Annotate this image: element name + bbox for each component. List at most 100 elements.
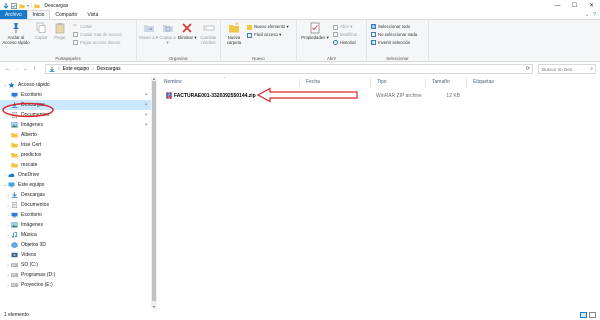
customize-dropdown-icon[interactable]: ▾ [27, 3, 29, 8]
tab-compartir[interactable]: Compartir [50, 10, 82, 19]
close-button[interactable]: ✕ [583, 0, 600, 11]
back-button[interactable]: ← [3, 66, 12, 72]
column-header-type[interactable]: Tipo [370, 77, 424, 87]
quick-access-toolbar: ▾ | [0, 2, 41, 9]
new-item-button[interactable]: Nuevo elemento ▾ [247, 24, 289, 30]
window-controls: — ☐ ✕ [549, 0, 600, 11]
search-box[interactable]: Buscar en Des... ⌕ [538, 64, 596, 74]
doc-icon [11, 112, 18, 118]
select-all-label: Seleccionar todo [378, 24, 411, 29]
nav-item-label: Imágenes [21, 122, 43, 128]
paste-button[interactable]: Pegar [51, 22, 69, 40]
tab-vista[interactable]: Vista [82, 10, 103, 19]
new-folder-button[interactable]: Nueva carpeta [223, 22, 245, 45]
nav-item[interactable]: ⌄ Este equipo [0, 180, 151, 190]
image-icon [11, 122, 18, 128]
nav-item[interactable]: Alberto [0, 130, 151, 140]
properties-icon[interactable] [11, 2, 17, 9]
nav-item-label: Descargas [21, 192, 45, 198]
nav-item[interactable]: › Objetos 3D [0, 240, 151, 250]
expand-ribbon-icon[interactable]: ⌄ [585, 12, 589, 18]
copy-to-button[interactable]: Copiar a ▾ [158, 22, 177, 45]
file-row[interactable]: FACTURAE001-3320392550144.zip 06/12/2018… [158, 91, 598, 100]
minimize-button[interactable]: — [549, 0, 566, 11]
select-all-button[interactable]: Seleccionar todo [371, 24, 410, 29]
nav-item[interactable]: ⌄ Acceso rápido [0, 80, 151, 90]
arrow-down-icon[interactable] [3, 2, 9, 9]
copy-label: Copiar [34, 35, 48, 40]
column-header-tags[interactable]: Etiquetas [466, 77, 516, 87]
file-list: Nombre Fecha Tipo Tamaño Etiquetas ^ FAC… [158, 75, 600, 309]
column-header-date[interactable]: Fecha [299, 77, 369, 87]
delete-icon [182, 23, 192, 33]
nav-item[interactable]: › OneDrive [0, 170, 151, 180]
nav-item[interactable]: Documentos ✦ [0, 110, 151, 120]
copy-to-icon [162, 25, 173, 32]
nav-item[interactable]: › Videos [0, 250, 151, 260]
easy-access-icon [247, 32, 252, 38]
group-label-nuevo: Nuevo [252, 56, 265, 61]
column-header-size[interactable]: Tamaño [425, 77, 465, 87]
refresh-icon[interactable]: ⟳ [526, 66, 530, 72]
tab-inicio[interactable]: Inicio [26, 10, 51, 19]
folder-icon [11, 143, 18, 148]
column-header-name[interactable]: Nombre [158, 77, 298, 87]
open-label: Abrir ▾ [340, 24, 353, 29]
maximize-button[interactable]: ☐ [566, 0, 583, 11]
nav-item[interactable]: › Música [0, 230, 151, 240]
address-bar[interactable]: › Este equipo › Descargas ⟳ [45, 64, 533, 74]
open-button[interactable]: Abrir ▾ [333, 24, 352, 30]
history-button[interactable]: Historial [333, 40, 356, 45]
history-icon [333, 40, 338, 45]
invert-selection-label: Invertir selección [378, 40, 411, 45]
nav-item[interactable]: Imágenes ✦ [0, 120, 151, 130]
nav-scrollbar[interactable]: ▲ ▼ [151, 77, 157, 309]
nav-item[interactable]: Descargas ✦ [0, 100, 151, 110]
new-folder-icon[interactable] [19, 3, 25, 9]
pinned-icon: ✦ [144, 112, 148, 117]
forward-button[interactable]: → [12, 66, 21, 72]
invert-selection-button[interactable]: Invertir selección [371, 40, 410, 45]
rename-button[interactable]: Cambiar nombre [197, 22, 220, 45]
pin-quick-access-button[interactable]: Anclar al Acceso rápido [1, 22, 31, 45]
help-icon[interactable]: ? [593, 12, 596, 18]
nav-item[interactable]: › Programas (D:) [0, 270, 151, 280]
nav-item[interactable]: predictos [0, 150, 151, 160]
cut-button[interactable]: ✂ Cortar [73, 24, 92, 30]
copy-to-label: Copiar a ▾ [159, 35, 176, 45]
easy-access-button[interactable]: Fácil acceso ▾ [247, 32, 281, 38]
breadcrumb-este-equipo[interactable]: Este equipo [63, 66, 89, 72]
nav-item[interactable]: › Descargas [0, 190, 151, 200]
nav-item[interactable]: Irise Cert [0, 140, 151, 150]
scroll-down-icon[interactable]: ▼ [151, 305, 157, 309]
nav-item[interactable]: Escritorio ✦ [0, 90, 151, 100]
modify-button[interactable]: Modificar [333, 32, 357, 37]
scroll-thumb[interactable] [152, 81, 156, 301]
paste-shortcut-button[interactable]: Pegar acceso directo [73, 40, 120, 45]
file-date: 06/12/2018 02:05 p. m. [305, 92, 357, 99]
nav-item[interactable]: › Imágenes [0, 220, 151, 230]
select-none-button[interactable]: No seleccionar nada [371, 32, 417, 37]
up-button[interactable]: ↑ [30, 66, 39, 72]
search-placeholder: Buscar en Des... [542, 66, 576, 72]
folder-icon [11, 133, 18, 138]
nav-item[interactable]: › Escritorio [0, 210, 151, 220]
details-view-icon[interactable] [580, 312, 587, 318]
nav-item[interactable]: › Proyectos (E:) [0, 280, 151, 290]
properties-button[interactable]: Propiedades ▾ [299, 22, 331, 40]
window-title: Descargas [44, 2, 69, 9]
move-to-button[interactable]: Mover a ▾ [139, 22, 158, 40]
nav-item[interactable]: › Documentos [0, 200, 151, 210]
copy-button[interactable]: Copiar [33, 22, 49, 40]
tab-archivo[interactable]: Archivo [0, 10, 27, 19]
file-name: FACTURAE001-3320392550144.zip [174, 92, 256, 99]
breadcrumb-descargas[interactable]: Descargas [97, 66, 121, 72]
nav-item[interactable]: rescate [0, 160, 151, 170]
copy-path-icon [73, 32, 78, 37]
large-icons-view-icon[interactable] [589, 312, 596, 318]
delete-button[interactable]: Eliminar ▾ [177, 22, 197, 40]
nav-item[interactable]: › SO (C:) [0, 260, 151, 270]
copy-path-button[interactable]: Copiar ruta de acceso [73, 32, 122, 37]
cloud-icon [8, 173, 15, 177]
recent-locations-button[interactable]: ⌄ [21, 66, 30, 72]
